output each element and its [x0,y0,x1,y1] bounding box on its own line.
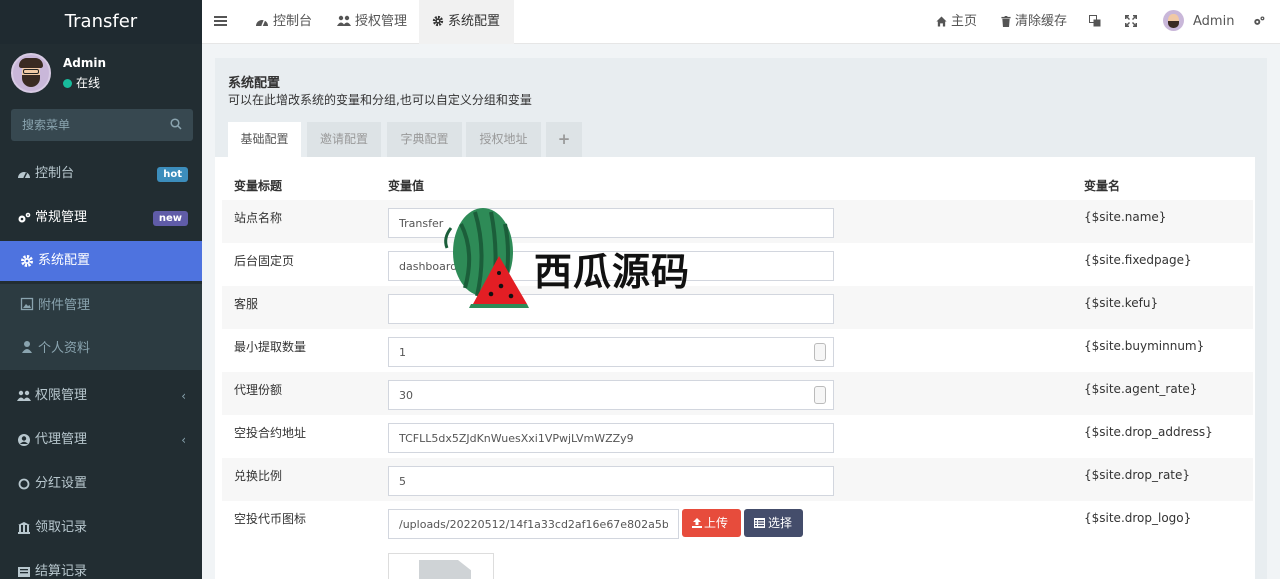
dashboard-icon [256,19,268,27]
table-row: 最小提取数量 {$site.buyminnum} [222,329,1253,372]
tab-dashboard[interactable]: 控制台 [242,0,322,44]
gear-icon [432,15,444,27]
drop-address-input[interactable] [388,423,834,453]
column-header-varname: 变量名 [1084,179,1121,193]
tab-dictionary-config[interactable]: 字典配置 [387,122,462,157]
upload-icon [692,518,702,528]
menu-search [11,109,193,141]
number-spinner[interactable] [814,386,826,404]
tab-basic-config[interactable]: 基础配置 [228,122,301,157]
online-dot-icon [63,79,72,88]
search-icon[interactable] [170,118,182,130]
user-icon [22,341,32,353]
watermelon-logo [444,208,529,308]
expand-icon [1125,15,1137,27]
table-row: 兑换比例 {$site.drop_rate} [222,458,1253,501]
column-header-title: 变量标题 [234,179,283,193]
sidebar-item-profile[interactable]: 个人资料 [0,327,202,370]
config-table: 变量标题 变量值 变量名 站点名称 {$site.name} 后台固定页 {$s… [215,157,1255,579]
clear-cache-button[interactable]: 清除缓存 [1001,0,1067,44]
hot-badge: hot [157,167,188,182]
sidebar-item-attachments[interactable]: 附件管理 [0,284,202,327]
add-tab-button[interactable]: + [546,122,582,157]
dashboard-icon [18,172,30,179]
circle-icon [18,478,30,490]
menu-search-input[interactable] [11,109,161,141]
logo-preview[interactable] [388,553,494,579]
menu-toggle[interactable] [214,0,231,44]
user-panel: Admin 在线 [0,44,202,102]
table-row: 客服 {$site.kefu} [222,286,1253,329]
chevron-left-icon: ‹ [181,389,186,403]
agent-rate-input[interactable] [388,380,834,410]
drop-rate-input[interactable] [388,466,834,496]
table-row: 空投合约地址 {$site.drop_address} [222,415,1253,458]
table-row: 站点名称 {$site.name} [222,200,1253,243]
tab-auth[interactable]: 授权管理 [327,0,417,44]
user-name: Admin [63,56,107,70]
cogs-icon [1254,16,1265,25]
top-navbar: 控制台 授权管理 系统配置 主页 清除缓存 Admin [202,0,1280,44]
group-icon [17,390,31,401]
settings-button[interactable] [1252,0,1270,44]
table-row: 空投代币图标 上传 选择 {$site.drop_logo} [222,501,1253,579]
list-icon [18,567,30,577]
sidebar-item-permissions[interactable]: 权限管理 ‹ [0,376,202,416]
hamburger-icon [214,16,227,26]
trash-icon [1001,16,1011,27]
cogs-icon [18,212,31,223]
group-icon [337,15,351,26]
bank-icon [18,522,30,534]
avatar [11,53,51,93]
sidebar-item-dividends[interactable]: 分红设置 [0,464,202,504]
choose-button[interactable]: 选择 [744,509,803,537]
file-icon [419,560,471,579]
page-description: 可以在此增改系统的变量和分组,也可以自定义分组和变量 [228,93,532,107]
sidebar-item-system-config[interactable]: 系统配置 [0,241,202,281]
sidebar: Transfer Admin 在线 控制台 hot 常规管理 new 系统配置 … [0,0,202,579]
header-avatar [1163,10,1184,31]
sidebar-item-dashboard[interactable]: 控制台 hot [0,154,202,194]
translate-icon [1089,15,1101,27]
min-withdraw-input[interactable] [388,337,834,367]
sidebar-item-claims[interactable]: 领取记录 [0,508,202,548]
brand-logo[interactable]: Transfer [0,0,202,44]
number-spinner[interactable] [814,343,826,361]
list-icon [754,518,765,528]
gear-icon [21,255,33,267]
sidebar-item-settlements[interactable]: 结算记录 [0,552,202,579]
fullscreen-button[interactable] [1125,0,1141,44]
user-status: 在线 [63,74,100,91]
watermark-text: 西瓜源码 [534,250,691,294]
tab-invite-config[interactable]: 邀请配置 [307,122,381,157]
tab-auth-address[interactable]: 授权地址 [466,122,541,157]
new-badge: new [152,211,188,226]
table-row: 代理份额 {$site.agent_rate} [222,372,1253,415]
image-icon [20,297,34,311]
table-row: 后台固定页 {$site.fixedpage} [222,243,1253,286]
column-header-value: 变量值 [388,179,425,193]
user-circle-icon [18,434,30,446]
chevron-left-icon: ‹ [181,433,186,447]
user-menu[interactable]: Admin [1163,0,1234,44]
home-icon [936,16,947,27]
page-title: 系统配置 [228,76,281,91]
translate-button[interactable] [1089,0,1105,44]
config-panel: 系统配置 可以在此增改系统的变量和分组,也可以自定义分组和变量 基础配置 邀请配… [215,58,1267,579]
tab-system-config[interactable]: 系统配置 [419,0,515,44]
sidebar-item-agents[interactable]: 代理管理 ‹ [0,420,202,460]
upload-button[interactable]: 上传 [682,509,741,537]
drop-logo-input[interactable] [388,509,679,539]
home-link[interactable]: 主页 [936,0,977,44]
sidebar-item-general[interactable]: 常规管理 new [0,198,202,238]
